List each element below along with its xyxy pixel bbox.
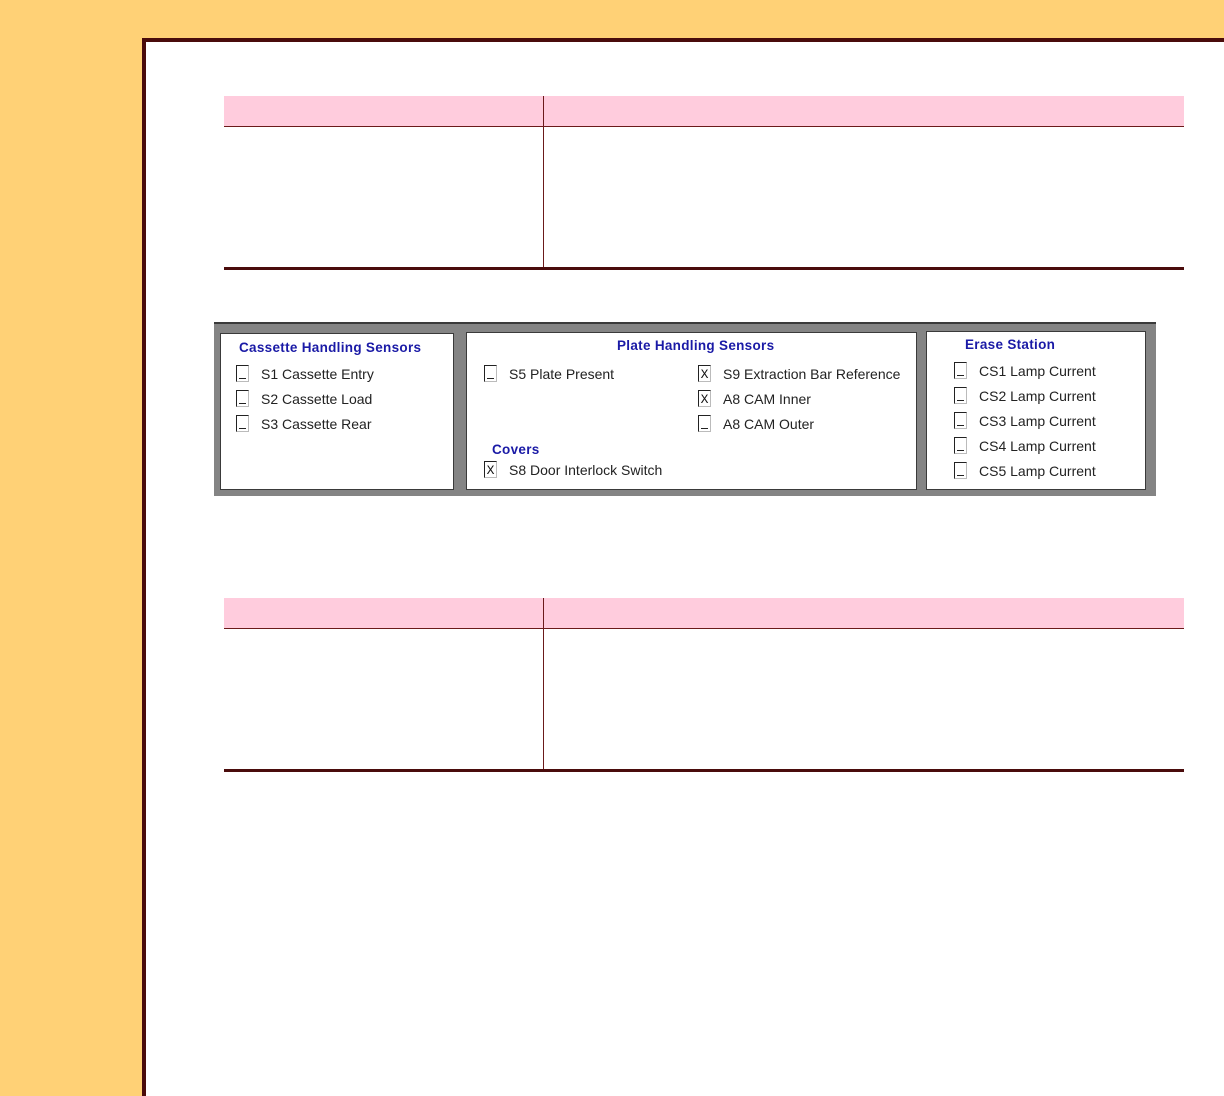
cassette-sensors-title: Cassette Handling Sensors — [239, 340, 422, 355]
sensor-label: S5 Plate Present — [509, 365, 615, 382]
sensor-label: CS5 Lamp Current — [979, 462, 1096, 479]
checkbox-checked[interactable]: X — [698, 390, 711, 407]
sensor-label: S8 Door Interlock Switch — [509, 461, 663, 478]
sensor-s3-cassette-rear[interactable]: S3 Cassette Rear — [236, 415, 372, 432]
sensor-cs1-lamp-current[interactable]: CS1 Lamp Current — [954, 362, 1096, 379]
table-header-cell — [224, 96, 544, 126]
checkbox[interactable] — [954, 437, 967, 454]
sensor-s9-extraction-bar-reference[interactable]: X S9 Extraction Bar Reference — [698, 365, 900, 382]
sensor-label: CS3 Lamp Current — [979, 412, 1096, 429]
table-header-row — [224, 96, 1184, 127]
table-header-cell — [544, 598, 1184, 628]
sensor-label: S3 Cassette Rear — [261, 415, 372, 432]
sensor-label: A8 CAM Inner — [723, 390, 811, 407]
sensor-label: CS4 Lamp Current — [979, 437, 1096, 454]
table-cell — [544, 127, 1184, 267]
sensor-label: S1 Cassette Entry — [261, 365, 374, 382]
sensor-cs4-lamp-current[interactable]: CS4 Lamp Current — [954, 437, 1096, 454]
checkbox-checked[interactable]: X — [484, 461, 497, 478]
sensor-cs5-lamp-current[interactable]: CS5 Lamp Current — [954, 462, 1096, 479]
sensor-a8-cam-inner[interactable]: X A8 CAM Inner — [698, 390, 811, 407]
table-cell — [224, 629, 544, 769]
document-page: Cassette Handling Sensors S1 Cassette En… — [142, 38, 1224, 1096]
erase-station-group: Erase Station CS1 Lamp Current CS2 Lamp … — [926, 331, 1146, 490]
plate-sensors-title: Plate Handling Sensors — [617, 338, 775, 353]
checkbox[interactable] — [236, 365, 249, 382]
checkbox[interactable] — [954, 412, 967, 429]
cassette-sensors-group: Cassette Handling Sensors S1 Cassette En… — [220, 333, 454, 490]
plate-sensors-group: Plate Handling Sensors S5 Plate Present … — [466, 332, 917, 490]
table-header-cell — [224, 598, 544, 628]
erase-station-title: Erase Station — [965, 337, 1056, 352]
sensor-a8-cam-outer[interactable]: A8 CAM Outer — [698, 415, 814, 432]
sensor-label: CS2 Lamp Current — [979, 387, 1096, 404]
checkbox[interactable] — [954, 462, 967, 479]
checkbox[interactable] — [484, 365, 497, 382]
sensor-label: CS1 Lamp Current — [979, 362, 1096, 379]
table-cell — [224, 127, 544, 267]
sensor-label: S2 Cassette Load — [261, 390, 373, 407]
sensor-status-panel: Cassette Handling Sensors S1 Cassette En… — [214, 322, 1156, 496]
sensor-label: A8 CAM Outer — [723, 415, 815, 432]
table-header-cell — [544, 96, 1184, 126]
sensor-s2-cassette-load[interactable]: S2 Cassette Load — [236, 390, 372, 407]
table-header-row — [224, 598, 1184, 629]
checkbox[interactable] — [236, 415, 249, 432]
table-cell — [544, 629, 1184, 769]
sensor-s8-door-interlock-switch[interactable]: X S8 Door Interlock Switch — [484, 461, 662, 478]
checkbox[interactable] — [698, 415, 711, 432]
table-row — [224, 127, 1184, 270]
sensor-s1-cassette-entry[interactable]: S1 Cassette Entry — [236, 365, 374, 382]
sensor-cs3-lamp-current[interactable]: CS3 Lamp Current — [954, 412, 1096, 429]
checkbox-checked[interactable]: X — [698, 365, 711, 382]
checkbox[interactable] — [954, 362, 967, 379]
sensor-s5-plate-present[interactable]: S5 Plate Present — [484, 365, 614, 382]
table-row — [224, 629, 1184, 772]
info-table-bottom — [224, 598, 1184, 772]
checkbox[interactable] — [954, 387, 967, 404]
sensor-cs2-lamp-current[interactable]: CS2 Lamp Current — [954, 387, 1096, 404]
covers-title: Covers — [492, 442, 540, 457]
checkbox[interactable] — [236, 390, 249, 407]
sensor-label: S9 Extraction Bar Reference — [723, 365, 901, 382]
info-table-top — [224, 96, 1184, 270]
